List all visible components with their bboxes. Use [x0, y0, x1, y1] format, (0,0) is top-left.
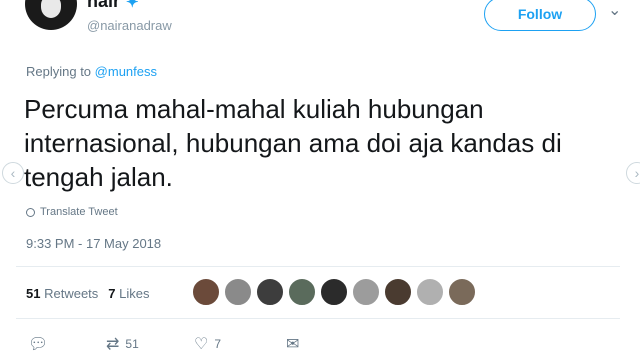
- display-name[interactable]: nair ✦: [87, 0, 139, 12]
- liker-avatar[interactable]: [352, 278, 380, 306]
- verified-icon: ✦: [126, 0, 139, 11]
- like-button[interactable]: ♡ 7: [194, 334, 286, 354]
- next-arrow-icon[interactable]: ›: [626, 162, 640, 184]
- divider: [16, 318, 620, 319]
- liker-avatar[interactable]: [448, 278, 476, 306]
- replying-to-label: Replying to: [26, 64, 92, 79]
- likes-stat[interactable]: 7 Likes: [108, 286, 149, 301]
- retweet-button[interactable]: ⇄ 51: [106, 334, 194, 354]
- like-count: 7: [214, 337, 222, 351]
- liker-avatar[interactable]: [288, 278, 316, 306]
- liker-avatar[interactable]: [256, 278, 284, 306]
- reply-button[interactable]: 💬︎: [28, 334, 106, 354]
- liker-avatar[interactable]: [320, 278, 348, 306]
- tweet-timestamp[interactable]: 9:33 PM - 17 May 2018: [26, 236, 161, 251]
- display-name-text: nair: [87, 0, 121, 11]
- user-handle[interactable]: @nairanadraw: [87, 18, 172, 33]
- retweets-label: Retweets: [44, 286, 99, 301]
- prev-arrow-icon[interactable]: ‹: [2, 162, 24, 184]
- retweets-count: 51: [26, 286, 41, 301]
- direct-message-button[interactable]: ✉: [286, 334, 299, 354]
- tweet-actions: 💬︎ ⇄ 51 ♡ 7 ✉: [28, 334, 299, 354]
- mention-link[interactable]: @munfess: [95, 64, 157, 79]
- envelope-icon: ✉: [286, 336, 300, 353]
- likes-label: Likes: [119, 286, 150, 301]
- liker-avatar[interactable]: [384, 278, 412, 306]
- liker-avatars: [192, 278, 476, 306]
- heart-icon: ♡: [194, 336, 209, 353]
- translate-label: Translate Tweet: [40, 206, 118, 218]
- retweets-stat[interactable]: 51 Retweets: [26, 286, 98, 301]
- engagement-stats: 51 Retweets 7 Likes: [26, 286, 150, 301]
- translate-tweet[interactable]: Translate Tweet: [26, 206, 118, 218]
- liker-avatar[interactable]: [224, 278, 252, 306]
- chevron-down-icon[interactable]: ⌄: [608, 0, 621, 20]
- liker-avatar[interactable]: [192, 278, 220, 306]
- follow-button[interactable]: Follow: [484, 0, 596, 31]
- globe-icon: [26, 207, 35, 217]
- replying-to: Replying to @munfess: [26, 64, 157, 79]
- retweet-icon: ⇄: [106, 336, 120, 353]
- avatar[interactable]: [25, 0, 77, 30]
- retweet-count: 51: [125, 337, 139, 351]
- tweet-text: Percuma mahal-mahal kuliah hubungan inte…: [24, 94, 562, 192]
- divider: [16, 266, 620, 267]
- reply-icon: 💬︎: [28, 336, 49, 353]
- likes-count: 7: [108, 286, 116, 301]
- liker-avatar[interactable]: [416, 278, 444, 306]
